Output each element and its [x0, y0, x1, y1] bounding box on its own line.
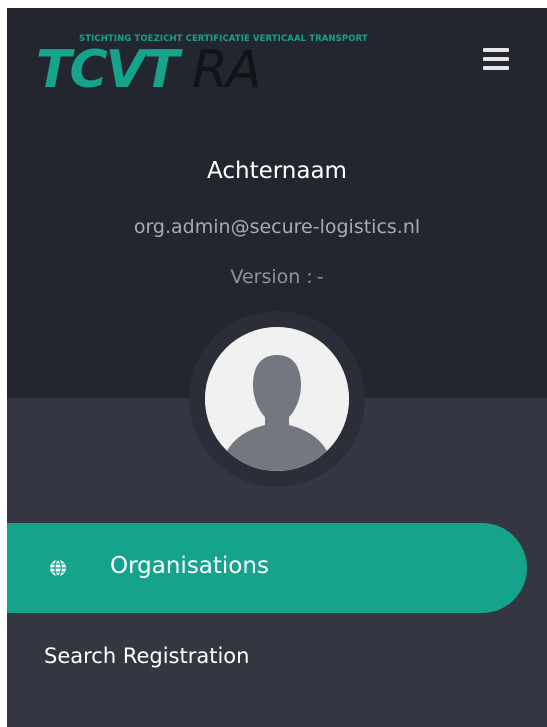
hamburger-menu-icon[interactable]	[481, 48, 511, 72]
version-separator: :	[306, 266, 313, 288]
user-silhouette-icon	[205, 327, 349, 471]
sidebar-item-organisations[interactable]: Organisations	[7, 523, 527, 613]
tcvt-ra-logo[interactable]: STICHTING TOEZICHT CERTIFICATIE VERTICAA…	[34, 30, 454, 102]
user-name: Achternaam	[207, 158, 347, 184]
version-label: Version	[230, 266, 301, 288]
sidebar-item-label: Search Registration	[44, 644, 250, 668]
globe-icon	[50, 559, 66, 577]
version-value: -	[316, 266, 324, 288]
sidebar-item-label: Organisations	[110, 553, 269, 579]
logo-sub-text: RA	[192, 40, 262, 100]
user-email: org.admin@secure-logistics.nl	[133, 216, 421, 238]
sidebar: STICHTING TOEZICHT CERTIFICATIE VERTICAA…	[7, 8, 547, 727]
version-info: Version: -	[7, 266, 547, 288]
sidebar-item-search-registration[interactable]: Search Registration	[7, 618, 527, 698]
logo-main-text: TCVT	[36, 40, 179, 100]
avatar	[205, 327, 349, 471]
